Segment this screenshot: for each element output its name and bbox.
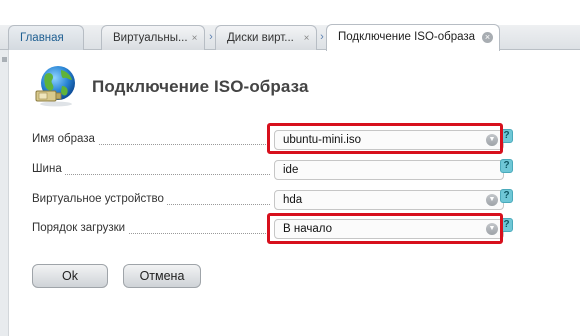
help-icon[interactable]: ? — [500, 189, 513, 203]
form-row-virtual-device: Виртуальное устройство hda ▼ ? — [32, 189, 513, 210]
globe-with-disk-icon — [32, 64, 80, 108]
close-icon[interactable]: × — [302, 34, 311, 44]
field-label: Виртуальное устройство — [32, 193, 167, 205]
tab-home[interactable]: Главная — [8, 25, 84, 50]
close-icon[interactable]: × — [190, 34, 199, 44]
ok-button[interactable]: Ok — [32, 264, 108, 288]
tab-attach-iso[interactable]: Подключение ISO-образа × — [326, 24, 500, 51]
tab-label: Виртуальны... — [113, 32, 188, 44]
left-panel-rail[interactable] — [0, 50, 9, 336]
select-value: hda — [283, 194, 303, 206]
tab-virtual-machines[interactable]: Виртуальны... × — [101, 25, 205, 50]
cancel-button[interactable]: Отмена — [123, 264, 201, 288]
input-value: ide — [283, 164, 299, 176]
rail-handle-icon — [2, 57, 7, 62]
highlight-boot-order — [267, 213, 503, 244]
tab-label: Диски вирт... — [227, 32, 294, 44]
virtual-device-select[interactable]: hda ▼ — [274, 190, 504, 210]
bus-input[interactable]: ide — [274, 160, 504, 180]
chevron-down-icon[interactable]: ▼ — [486, 194, 498, 206]
highlight-image-name — [267, 123, 503, 154]
help-icon[interactable]: ? — [500, 159, 513, 173]
field-label: Порядок загрузки — [32, 222, 129, 234]
tab-label: Подключение ISO-образа — [338, 31, 476, 43]
tab-bar: Главная Виртуальны... × › Диски вирт... … — [0, 0, 580, 51]
form-row-bus: Шина ide ? — [32, 159, 513, 180]
tab-label: Главная — [20, 32, 64, 44]
field-label: Шина — [32, 163, 65, 175]
page-title: Подключение ISO-образа — [92, 77, 309, 96]
tab-virtual-disks[interactable]: Диски вирт... × — [215, 25, 317, 50]
leader-dots — [32, 174, 270, 175]
close-icon[interactable]: × — [482, 32, 493, 43]
field-label: Имя образа — [32, 133, 98, 145]
